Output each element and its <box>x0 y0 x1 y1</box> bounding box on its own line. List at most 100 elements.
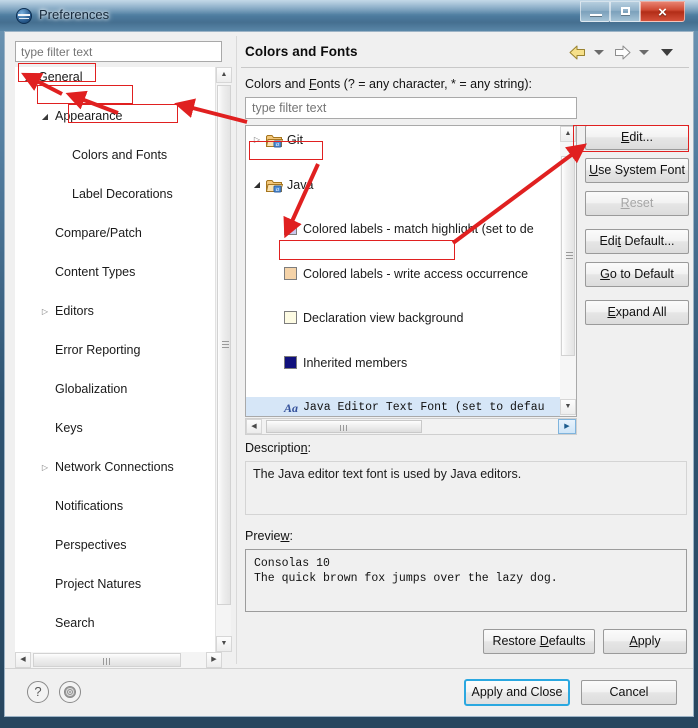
expand-all-label-post: xpand All <box>615 305 667 319</box>
back-dropdown-icon[interactable] <box>594 41 604 55</box>
apply-button[interactable]: Apply <box>603 629 687 654</box>
preference-tree-item-label: Error Reporting <box>55 343 141 357</box>
twisty-collapsed-icon[interactable]: ▷ <box>39 458 51 478</box>
minimize-button[interactable] <box>580 1 610 22</box>
scroll-left-button[interactable]: ◀ <box>15 652 31 668</box>
go-to-default-label-accel: G <box>600 267 610 281</box>
color-swatch <box>284 311 297 325</box>
cf-scroll-left-button[interactable]: ◀ <box>246 419 262 434</box>
maximize-button[interactable] <box>610 1 640 22</box>
view-menu-icon[interactable] <box>661 41 673 56</box>
cf-vscroll-thumb[interactable] <box>561 156 575 356</box>
go-to-default-button[interactable]: Go to Default <box>585 262 689 287</box>
preference-tree-hscrollbar[interactable]: ◀ ▶ <box>15 652 222 668</box>
left-filter-input[interactable] <box>15 41 222 62</box>
twisty-expanded-icon[interactable]: ◢ <box>39 107 51 127</box>
colors-and-fonts-tree[interactable]: ▷ a Git ◢ a Java Colored labels - match highli… <box>245 125 577 417</box>
preference-tree-item-search[interactable]: Search <box>16 614 206 634</box>
info-icon[interactable] <box>59 681 81 703</box>
cf-tree-item-declaration-view-background[interactable]: Declaration view background <box>246 307 562 329</box>
apply-and-close-button[interactable]: Apply and Close <box>464 679 570 706</box>
cf-scroll-down-button[interactable]: ▼ <box>560 399 576 415</box>
twisty-collapsed-icon[interactable]: ▷ <box>251 129 263 151</box>
window-title: Preferences <box>39 7 110 22</box>
cf-tree-item-colored-labels-write-access-occurrence[interactable]: Colored labels - write access occurrence <box>246 263 562 285</box>
preference-tree-item-network-connections[interactable]: ▷ Network Connections <box>16 458 206 478</box>
scroll-right-button[interactable]: ▶ <box>206 652 222 668</box>
preference-tree-item-label: Project Natures <box>55 577 142 591</box>
cf-tree-hscrollbar[interactable]: ◀ ▶ <box>245 418 577 435</box>
preference-tree-item-label: Appearance <box>55 109 123 123</box>
description-label-post: : <box>307 441 312 455</box>
description-label-accel: n <box>300 441 308 455</box>
cf-tree-item-colored-labels-match-highlight-set-to-de[interactable]: Colored labels - match highlight (set to… <box>246 218 562 240</box>
preference-tree-item-general[interactable]: ◢ General <box>16 68 206 88</box>
font-sample-icon: Aa <box>283 400 298 415</box>
cf-tree-item-java[interactable]: ◢ a Java <box>246 174 562 196</box>
cf-hscroll-thumb[interactable] <box>266 420 422 433</box>
preference-tree-item-globalization[interactable]: Globalization <box>16 380 206 400</box>
preference-tree-item-keys[interactable]: Keys <box>16 419 206 439</box>
cf-tree-vscrollbar[interactable]: ▲ ▼ <box>560 126 576 416</box>
cf-tree-item-label: Java <box>287 177 314 192</box>
twisty-expanded-icon[interactable]: ◢ <box>22 68 34 88</box>
preference-tree-item-colors-and-fonts[interactable]: Colors and Fonts <box>16 146 206 166</box>
restore-defaults-button[interactable]: Restore Defaults <box>483 629 595 654</box>
preference-tree-item-perspectives[interactable]: Perspectives <box>16 536 206 556</box>
help-icon[interactable]: ? <box>27 681 49 703</box>
twisty-collapsed-icon[interactable]: ▷ <box>39 302 51 322</box>
preference-tree-vscrollbar[interactable]: ▲ ▼ <box>215 67 232 652</box>
expand-all-label-accel: E <box>607 305 616 319</box>
preferences-dialog: ◢ General ◢ Appearance Colors and Fonts Label… <box>4 31 694 717</box>
preference-tree-item-project-natures[interactable]: Project Natures <box>16 575 206 595</box>
scroll-grip-icon <box>340 425 348 431</box>
cf-scroll-right-button[interactable]: ▶ <box>558 419 576 434</box>
filter-label: Colors and Fonts (? = any character, * =… <box>245 77 532 91</box>
cf-tree-item-label: Git <box>287 133 303 147</box>
apply-post: pply <box>637 634 661 648</box>
close-button[interactable]: × <box>640 1 685 22</box>
back-arrow-icon[interactable] <box>569 41 586 60</box>
scroll-grip-icon <box>103 658 111 665</box>
edit-button[interactable]: Edit... <box>585 125 689 150</box>
vscroll-thumb[interactable] <box>217 85 231 605</box>
restore-accel: D <box>539 634 549 648</box>
twisty-expanded-icon[interactable]: ◢ <box>251 174 263 196</box>
cancel-button[interactable]: Cancel <box>581 680 677 705</box>
cf-tree-item-inherited-members[interactable]: Inherited members <box>246 352 562 374</box>
preference-tree[interactable]: ◢ General ◢ Appearance Colors and Fonts Label… <box>15 67 222 652</box>
forward-arrow-icon[interactable] <box>614 41 631 60</box>
description-label: Description: <box>245 441 311 455</box>
scroll-down-button[interactable]: ▼ <box>216 636 232 652</box>
hscroll-thumb[interactable] <box>33 653 181 667</box>
cf-tree-item-git[interactable]: ▷ a Git <box>246 129 562 151</box>
forward-dropdown-icon[interactable] <box>639 41 649 55</box>
window-frame: Preferences × ◢ General ◢ Appearance Colors … <box>0 0 698 728</box>
preference-tree-item-compare-patch[interactable]: Compare/Patch <box>16 224 206 244</box>
preference-tree-item-content-types[interactable]: Content Types <box>16 263 206 283</box>
color-swatch <box>284 222 297 236</box>
colors-fonts-filter-input[interactable] <box>245 97 577 119</box>
preference-tree-item-notifications[interactable]: Notifications <box>16 497 206 517</box>
preference-tree-item-label-decorations[interactable]: Label Decorations <box>16 185 206 205</box>
filter-label-post: onts (? = any character, * = any string)… <box>316 77 532 91</box>
preference-tree-item-error-reporting[interactable]: Error Reporting <box>16 341 206 361</box>
use-system-font-button[interactable]: Use System Font <box>585 158 689 183</box>
title-bar: Preferences × <box>0 0 698 31</box>
folder-icon: a <box>265 133 284 148</box>
expand-all-button[interactable]: Expand All <box>585 300 689 325</box>
scroll-up-button[interactable]: ▲ <box>216 67 232 83</box>
filter-label-accel: F <box>308 77 317 91</box>
cf-scroll-up-button[interactable]: ▲ <box>560 126 576 142</box>
preference-tree-item-editors[interactable]: ▷ Editors <box>16 302 206 322</box>
filter-label-pre: Colors and <box>245 77 309 91</box>
preview-box: Consolas 10 The quick brown fox jumps ove… <box>245 549 687 612</box>
edit-default-label-post: Default... <box>621 234 675 248</box>
page-title-divider <box>241 67 689 68</box>
cf-tree-item-java-editor-text-font-set-to-defau[interactable]: Aa Java Editor Text Font (set to defau <box>246 396 562 416</box>
dialog-footer: ? Apply and Close Cancel <box>5 669 693 716</box>
cf-tree-item-label: Inherited members <box>303 355 408 370</box>
preference-tree-item-label: Notifications <box>55 499 124 513</box>
edit-default-button[interactable]: Edit Default... <box>585 229 689 254</box>
preference-tree-item-appearance[interactable]: ◢ Appearance <box>16 107 206 127</box>
